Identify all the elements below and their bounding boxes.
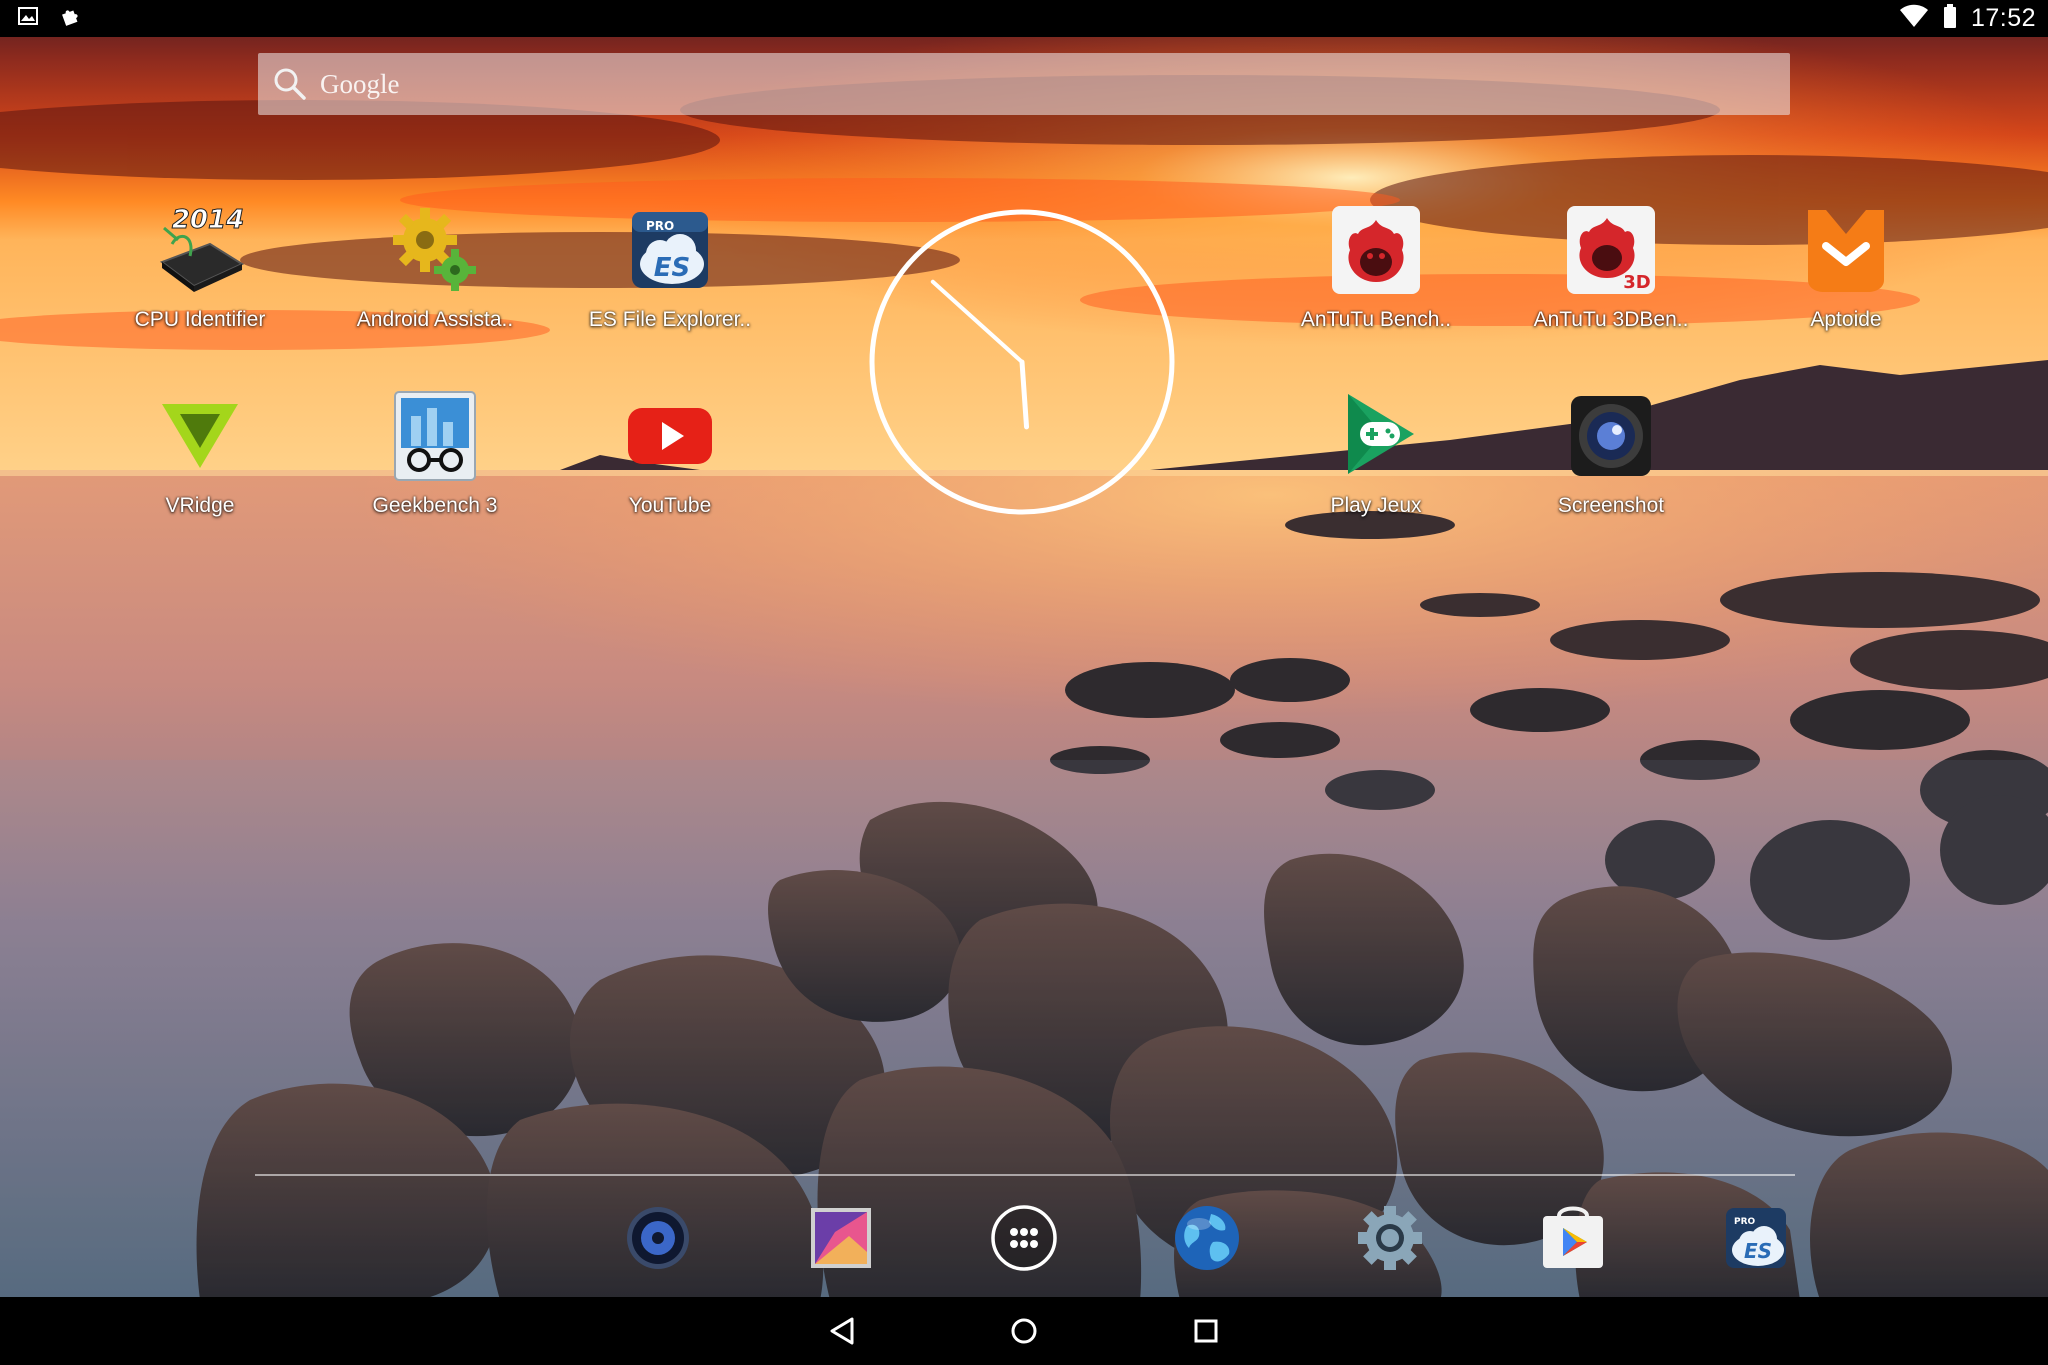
svg-text:ES: ES xyxy=(654,253,691,283)
clock-hour-hand xyxy=(1019,359,1030,430)
dock-music-player[interactable] xyxy=(620,1200,696,1276)
aptoide-icon xyxy=(1796,200,1896,300)
app-label: YouTube xyxy=(628,494,712,517)
app-label: Screenshot xyxy=(1557,494,1665,517)
app-label: VRidge xyxy=(165,494,235,517)
app-label: Geekbench 3 xyxy=(372,494,498,517)
app-antutu-3d-benchmark[interactable]: 3D AnTuTu 3DBen.. xyxy=(1511,200,1711,332)
puzzle-notification-icon xyxy=(60,6,80,31)
antutu-3d-benchmark-icon: 3D xyxy=(1561,200,1661,300)
back-button[interactable] xyxy=(810,1299,874,1363)
app-vridge[interactable]: VRidge xyxy=(100,386,300,518)
back-icon xyxy=(830,1317,854,1345)
status-bar: 17:52 xyxy=(0,0,2048,37)
dock-gallery[interactable] xyxy=(803,1200,879,1276)
navigation-bar xyxy=(0,1297,2048,1365)
recents-icon xyxy=(1194,1319,1218,1343)
app-label: AnTuTu 3DBen.. xyxy=(1533,308,1689,331)
dock-browser[interactable] xyxy=(1169,1200,1245,1276)
home-button[interactable] xyxy=(992,1299,1056,1363)
app-label: Android Assista.. xyxy=(356,308,514,331)
settings-gear-icon xyxy=(1358,1206,1422,1270)
clock-minute-hand xyxy=(930,279,1024,364)
app-youtube[interactable]: YouTube xyxy=(570,386,770,518)
battery-icon xyxy=(1943,4,1957,33)
svg-text:2014: 2014 xyxy=(172,205,244,235)
status-time: 17:52 xyxy=(1970,4,2036,32)
globe-icon xyxy=(1175,1206,1239,1270)
dock-settings[interactable] xyxy=(1352,1200,1428,1276)
app-android-assistant[interactable]: Android Assista.. xyxy=(335,200,535,332)
app-label: Play Jeux xyxy=(1330,494,1422,517)
app-screenshot[interactable]: Screenshot xyxy=(1511,386,1711,518)
app-es-file-explorer[interactable]: PRO ES ES File Explorer.. xyxy=(570,200,770,332)
app-label: ES File Explorer.. xyxy=(588,308,752,331)
analog-clock-widget[interactable] xyxy=(867,207,1177,517)
gallery-icon xyxy=(811,1208,871,1268)
wifi-icon xyxy=(1899,4,1929,33)
dock-divider xyxy=(255,1174,1795,1176)
image-notification-icon xyxy=(18,7,38,30)
svg-text:PRO: PRO xyxy=(1734,1217,1756,1227)
svg-text:PRO: PRO xyxy=(646,219,674,233)
geekbench-icon xyxy=(385,386,485,486)
app-cpu-identifier[interactable]: 2014 CPU Identifier xyxy=(100,200,300,332)
play-store-icon xyxy=(1543,1206,1603,1268)
app-label: CPU Identifier xyxy=(134,308,266,331)
app-antutu-benchmark[interactable]: AnTuTu Bench.. xyxy=(1276,200,1476,332)
dock-play-store[interactable] xyxy=(1535,1200,1611,1276)
app-label: Aptoide xyxy=(1810,308,1882,331)
wallpaper-sunset-beach xyxy=(0,0,2048,1365)
app-drawer-icon xyxy=(991,1205,1057,1271)
vridge-icon xyxy=(150,386,250,486)
svg-text:ES: ES xyxy=(1744,1239,1772,1263)
app-geekbench[interactable]: Geekbench 3 xyxy=(335,386,535,518)
youtube-icon xyxy=(620,386,720,486)
dock-app-drawer[interactable] xyxy=(986,1200,1062,1276)
screenshot-camera-icon xyxy=(1561,386,1661,486)
recents-button[interactable] xyxy=(1174,1299,1238,1363)
google-search-bar[interactable] xyxy=(258,53,1790,115)
svg-text:3D: 3D xyxy=(1623,272,1650,293)
app-aptoide[interactable]: Aptoide xyxy=(1746,200,1946,332)
es-file-explorer-icon: PRO ES xyxy=(1726,1208,1786,1268)
android-assistant-gear-icon xyxy=(385,200,485,300)
cpu-identifier-icon: 2014 xyxy=(150,200,250,300)
speaker-icon xyxy=(627,1207,689,1269)
app-play-jeux[interactable]: Play Jeux xyxy=(1276,386,1476,518)
play-games-icon xyxy=(1326,386,1426,486)
search-input[interactable] xyxy=(318,58,1722,110)
home-icon xyxy=(1011,1318,1037,1344)
antutu-benchmark-icon xyxy=(1326,200,1426,300)
app-label: AnTuTu Bench.. xyxy=(1300,308,1452,331)
dock-es-file-explorer[interactable]: PRO ES xyxy=(1718,1200,1794,1276)
search-icon xyxy=(274,68,306,100)
es-file-explorer-icon: PRO ES xyxy=(620,200,720,300)
